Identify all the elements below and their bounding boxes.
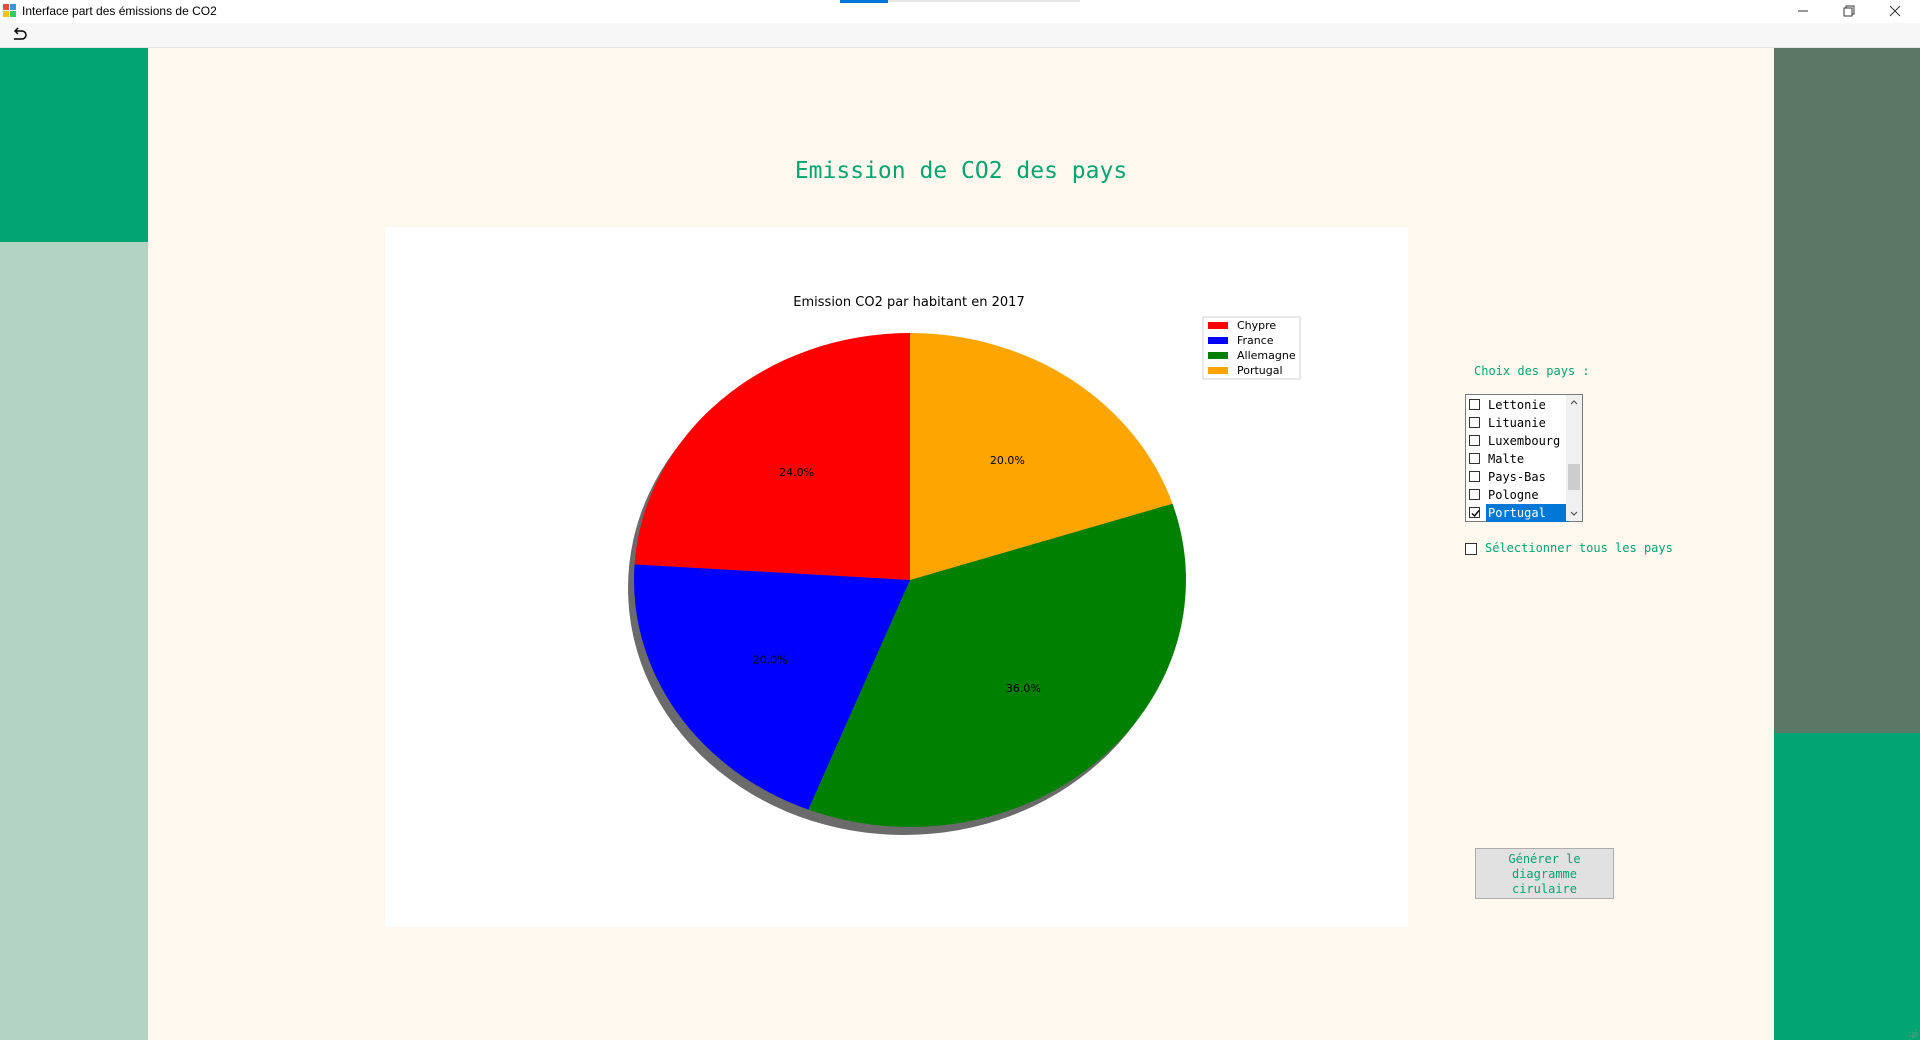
pie-chart-container: Emission CO2 par habitant en 2017 24.0% 2… — [385, 227, 1408, 927]
restore-icon — [1843, 5, 1855, 17]
country-item[interactable]: Portugal — [1467, 504, 1569, 522]
tool-strip — [0, 23, 1920, 48]
undo-icon — [13, 27, 27, 40]
legend-swatch — [1208, 322, 1228, 329]
scroll-down-button[interactable] — [1566, 505, 1582, 521]
right-panel-bottom — [1774, 733, 1920, 1040]
country-checkbox[interactable] — [1469, 399, 1480, 410]
chevron-down-icon — [1570, 511, 1578, 516]
generate-label-line1: Générer le — [1508, 852, 1581, 866]
country-label: Lituanie — [1488, 416, 1546, 430]
country-checkbox[interactable] — [1469, 507, 1480, 518]
country-checkbox[interactable] — [1469, 417, 1480, 428]
generate-label-line2: diagramme — [1511, 867, 1578, 881]
page-title: Emission de CO2 des pays — [794, 158, 1128, 184]
legend-label: Allemagne — [1237, 349, 1296, 362]
legend-swatch — [1208, 337, 1228, 344]
country-checkbox[interactable] — [1469, 489, 1480, 500]
country-label: Portugal — [1486, 504, 1569, 522]
select-all-box[interactable] — [1465, 543, 1477, 555]
close-icon — [1889, 5, 1901, 17]
pie-percent-label: 24.0% — [779, 466, 814, 479]
country-item[interactable]: Pays-Bas — [1467, 468, 1567, 486]
legend-swatch — [1208, 352, 1228, 359]
country-checkbox[interactable] — [1469, 435, 1480, 446]
title-accent-bar — [888, 0, 1080, 2]
scroll-up-button[interactable] — [1566, 395, 1582, 411]
app-icon — [3, 4, 17, 18]
country-checkbox[interactable] — [1469, 453, 1480, 464]
pie-percent-label: 20.0% — [753, 653, 788, 666]
pie-percent-label: 36.0% — [1006, 682, 1041, 695]
chevron-up-icon — [1570, 400, 1578, 405]
scroll-thumb[interactable] — [1568, 464, 1580, 490]
minimize-icon — [1798, 10, 1808, 12]
pie-percent-label: 20.0% — [990, 454, 1025, 467]
country-choice-label: Choix des pays : — [1474, 364, 1590, 378]
window-title: Interface part des émissions de CO2 — [22, 4, 217, 18]
country-label: Lettonie — [1488, 398, 1546, 412]
country-item[interactable]: Luxembourg — [1467, 432, 1567, 450]
generate-chart-button[interactable]: Générer le diagramme cirulaire — [1475, 848, 1614, 899]
legend-label: Chypre — [1237, 319, 1276, 332]
legend-label: Portugal — [1237, 364, 1283, 377]
pie-chart: Emission CO2 par habitant en 2017 24.0% 2… — [628, 295, 1301, 835]
country-item[interactable]: Lituanie — [1467, 414, 1567, 432]
legend-label: France — [1237, 334, 1274, 347]
checkmark-icon — [1471, 510, 1480, 518]
resize-grip-icon[interactable] — [1908, 1028, 1918, 1038]
pie-slice-chypre — [634, 333, 910, 580]
select-all-label: Sélectionner tous les pays — [1485, 541, 1673, 555]
country-label: Pologne — [1488, 488, 1539, 502]
left-panel-top — [0, 48, 148, 242]
title-accent — [840, 0, 888, 3]
country-label: Malte — [1488, 452, 1525, 466]
legend-swatch — [1208, 367, 1228, 374]
right-panel-top — [1774, 48, 1920, 733]
chart-title: Emission CO2 par habitant en 2017 — [793, 295, 1024, 310]
country-label: Pays-Bas — [1488, 470, 1546, 484]
generate-label-line3: cirulaire — [1511, 882, 1578, 896]
close-button[interactable] — [1872, 0, 1918, 22]
country-label: Luxembourg — [1488, 434, 1561, 448]
country-item[interactable]: Pologne — [1467, 486, 1567, 504]
listbox-scrollbar[interactable] — [1566, 395, 1582, 521]
country-item[interactable]: Malte — [1467, 450, 1567, 468]
restore-button[interactable] — [1826, 0, 1872, 22]
undo-button[interactable] — [10, 27, 30, 43]
minimize-button[interactable] — [1780, 0, 1826, 22]
title-bar: Interface part des émissions de CO2 — [0, 0, 1920, 23]
country-item[interactable]: Lettonie — [1467, 396, 1567, 414]
left-panel-bottom — [0, 242, 148, 1040]
country-listbox[interactable]: Lettonie Lituanie Luxembourg Malte Pays-Bas P… — [1465, 394, 1583, 522]
country-checkbox[interactable] — [1469, 471, 1480, 482]
